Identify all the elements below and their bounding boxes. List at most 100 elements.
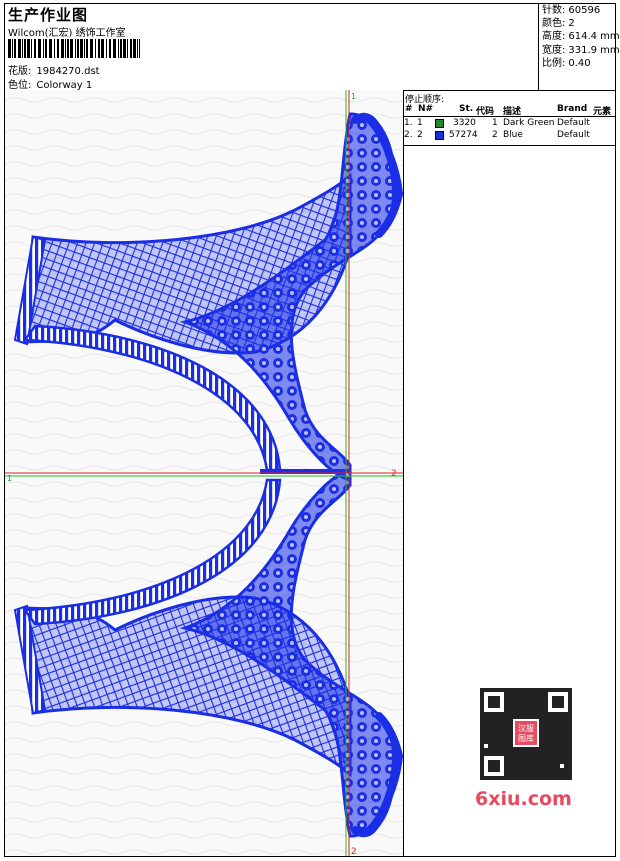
qr-module [480, 716, 484, 720]
qr-module [564, 728, 568, 732]
qr-module [512, 688, 516, 692]
qr-module [532, 704, 536, 708]
qr-module [556, 724, 560, 728]
qr-module [484, 716, 488, 720]
qr-module [532, 760, 536, 764]
qr-module [540, 716, 544, 720]
qr-module [520, 752, 524, 756]
qr-module [500, 716, 504, 720]
barcode-bar [137, 39, 138, 58]
barcode-bar [123, 39, 126, 58]
qr-module [536, 696, 540, 700]
qr-module [504, 736, 508, 740]
qr-module [560, 736, 564, 740]
qr-module [540, 752, 544, 756]
qr-module [556, 772, 560, 776]
qr-module [568, 736, 572, 740]
qr-module [524, 768, 528, 772]
qr-module [480, 720, 484, 724]
qr-module [532, 768, 536, 772]
sheet-header: 生产作业图 Wilcom(汇宏) 绣饰工作室 花版: 1984270.dst 色位… [5, 4, 620, 91]
qr-module [508, 732, 512, 736]
qr-module [532, 764, 536, 768]
qr-module [544, 772, 548, 776]
qr-module [532, 756, 536, 760]
qr-module [544, 724, 548, 728]
qr-module [508, 744, 512, 748]
marker-v-bottom: 2 [351, 847, 357, 856]
qr-module [528, 772, 532, 776]
qr-module [524, 748, 528, 752]
qr-module [516, 748, 520, 752]
qr-module [524, 704, 528, 708]
qr-module [552, 732, 556, 736]
qr-module [560, 724, 564, 728]
qr-module [556, 720, 560, 724]
barcode-bar [127, 39, 128, 58]
qr-module [488, 716, 492, 720]
qr-module [488, 728, 492, 732]
qr-module [536, 772, 540, 776]
qr-module [480, 724, 484, 728]
barcode-bar [133, 39, 136, 58]
qr-module [564, 724, 568, 728]
qr-module [568, 720, 572, 724]
qr-module [548, 732, 552, 736]
qr-module [480, 740, 484, 744]
qr-module [516, 768, 520, 772]
qr-module [564, 740, 568, 744]
qr-module [540, 688, 544, 692]
qr-module [552, 748, 556, 752]
qr-module [560, 748, 564, 752]
col-code: 代码 [476, 107, 495, 117]
qr-module [508, 768, 512, 772]
barcode-bar [70, 39, 73, 58]
barcode-bar [113, 39, 116, 58]
qr-module [496, 716, 500, 720]
qr-module [548, 736, 552, 740]
qr-module [520, 688, 524, 692]
qr-module [564, 732, 568, 736]
qr-module [488, 732, 492, 736]
qr-module [520, 692, 524, 696]
stat-colors: 颜色: 2 [542, 18, 575, 30]
qr-module [540, 740, 544, 744]
qr-module [528, 752, 532, 756]
barcode-bar [31, 39, 32, 58]
qr-module [568, 756, 572, 760]
embroidery-design: 1 2 1 2 [5, 90, 403, 856]
design-canvas: 1 2 1 2 [5, 90, 404, 856]
qr-module [536, 712, 540, 716]
qr-module [568, 740, 572, 744]
qr-module [500, 740, 504, 744]
qr-module [544, 764, 548, 768]
stat-width: 宽度: 331.9 mm [542, 44, 620, 56]
qr-module [560, 772, 564, 776]
qr-module [500, 736, 504, 740]
qr-badge-text: 汉服 [518, 724, 534, 733]
qr-module [528, 756, 532, 760]
qr-module [488, 744, 492, 748]
qr-module [504, 716, 508, 720]
qr-module [564, 776, 568, 780]
qr-module [532, 776, 536, 780]
qr-module [536, 768, 540, 772]
barcode-bar [27, 39, 30, 58]
qr-module [528, 776, 532, 780]
qr-module [532, 696, 536, 700]
watermark-logo: 6xiu.com [475, 788, 572, 810]
qr-module [492, 736, 496, 740]
qr-module [516, 704, 520, 708]
qr-module [564, 768, 568, 772]
stop-table-header: # N# St. 代码 描述 Brand 元素 [403, 104, 615, 117]
qr-module [564, 756, 568, 760]
qr-module [508, 724, 512, 728]
qr-module [568, 768, 572, 772]
qr-module [556, 756, 560, 760]
barcode-bar [49, 39, 52, 58]
qr-module [552, 744, 556, 748]
company-name: Wilcom(汇宏) 绣饰工作室 [8, 28, 126, 39]
qr-module [556, 764, 560, 768]
qr-module [520, 756, 524, 760]
qr-module [552, 760, 556, 764]
